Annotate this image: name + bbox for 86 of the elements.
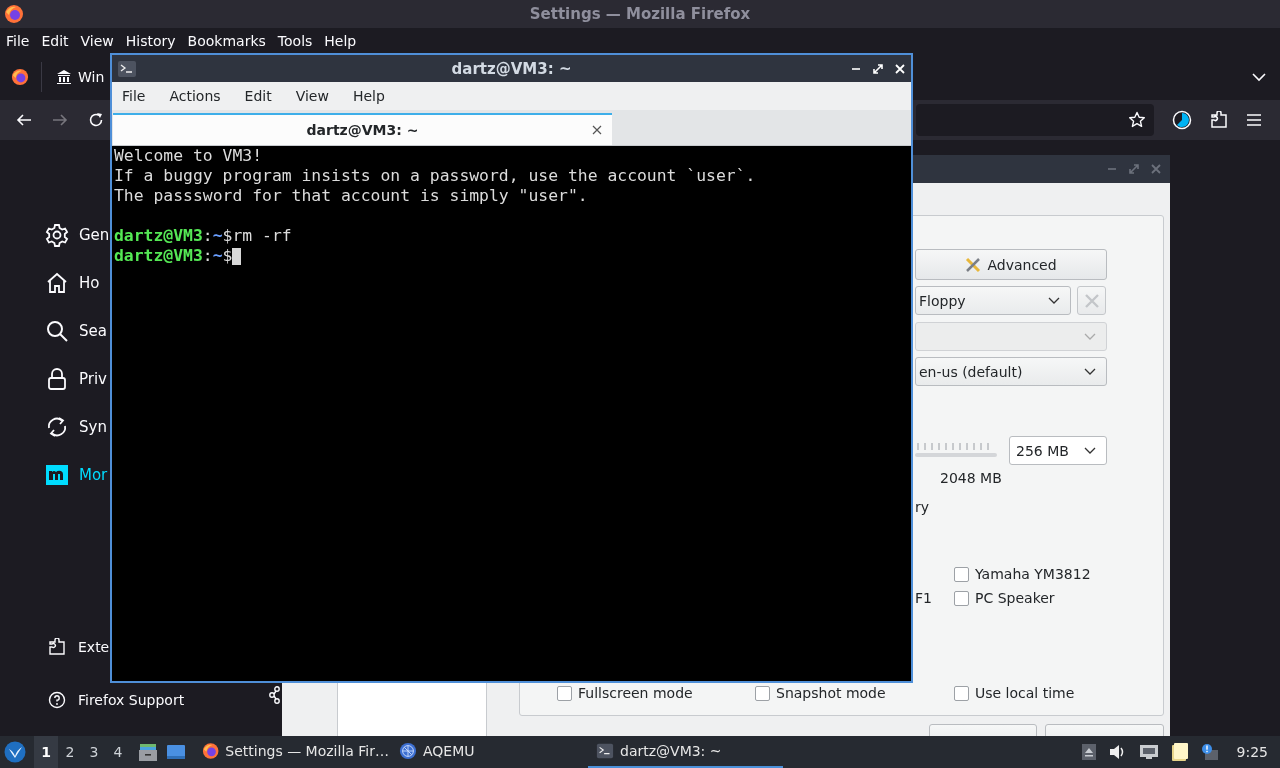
nodes-icon	[268, 686, 282, 704]
terminal-line: Welcome to VM3!	[114, 146, 264, 166]
file-cabinet-icon[interactable]	[138, 742, 158, 762]
terminal-line: dartz@VM3:~$rm -rf	[114, 226, 292, 246]
browser-logo-icon[interactable]	[11, 68, 29, 86]
puzzle-icon	[48, 637, 66, 656]
checkbox[interactable]: PC Speaker	[954, 587, 1055, 609]
sidebar-item[interactable]: Mor	[45, 451, 108, 499]
floppy-select[interactable]: Floppy	[915, 286, 1071, 315]
sidebar-item[interactable]: Priv	[45, 355, 107, 403]
network-icon[interactable]	[1138, 744, 1159, 760]
menu-item[interactable]: View	[283, 88, 341, 104]
extensions-icon[interactable]	[1210, 111, 1228, 129]
browser-logo-icon	[4, 4, 24, 24]
sidebar-item[interactable]: Gen	[45, 211, 110, 259]
workspace-button[interactable]: 4	[106, 736, 130, 768]
address-field[interactable]	[916, 104, 1154, 136]
terminal-icon	[596, 742, 614, 760]
checkbox[interactable]: Snapshot mode	[755, 685, 954, 701]
menu-item[interactable]: Help	[318, 33, 363, 49]
home-icon	[45, 271, 69, 295]
checkbox[interactable]: Yamaha YM3812	[954, 563, 1091, 585]
building-icon	[56, 69, 72, 85]
lock-icon	[45, 367, 69, 391]
slider-track[interactable]	[915, 441, 997, 460]
menu-item[interactable]: Bookmarks	[181, 33, 272, 49]
advanced-button[interactable]: Advanced	[915, 249, 1107, 280]
help-icon	[48, 691, 66, 709]
terminal-tab[interactable]: dartz@VM3: ~	[113, 113, 612, 145]
back-arrow-icon[interactable]	[16, 112, 32, 128]
workspace-button[interactable]: 1	[34, 736, 58, 768]
clock[interactable]: 9:25	[1236, 744, 1268, 760]
terminal-line: The passsword for that account is simply "user".	[114, 186, 589, 206]
notification-icon[interactable]	[1200, 743, 1219, 761]
menu-item[interactable]: Help	[340, 88, 397, 104]
close-icon[interactable]	[592, 125, 602, 135]
memory-max-label: 2048 MB	[940, 469, 1002, 488]
chevron-down-icon	[1084, 332, 1096, 341]
menu-item[interactable]: Edit	[232, 88, 284, 104]
workspace-button[interactable]: 2	[58, 736, 82, 768]
star-icon[interactable]	[1128, 111, 1146, 129]
checkbox[interactable]: Use local time	[954, 685, 1163, 701]
menu-item[interactable]: File	[112, 88, 158, 104]
chevron-down-icon	[1084, 446, 1096, 455]
sidebar-link[interactable]: Firefox Support	[48, 686, 185, 714]
settings-icon	[45, 223, 69, 247]
taskbar-button[interactable]: Settings — Mozilla Fir…	[194, 736, 389, 768]
globe-icon	[399, 742, 417, 760]
letter-tile-icon	[45, 463, 69, 487]
terminal-line: dartz@VM3:~$	[114, 246, 233, 266]
window-title: dartz@VM3: ~	[451, 59, 572, 78]
browser-tab[interactable]: Win	[50, 61, 105, 93]
menu-item[interactable]: Actions	[157, 88, 233, 104]
pie-circle-icon[interactable]	[1172, 110, 1192, 130]
menu-item[interactable]: View	[74, 33, 120, 49]
forward-arrow-icon[interactable]	[52, 112, 68, 128]
checkbox[interactable]: Fullscreen mode	[557, 685, 755, 701]
search-icon	[45, 319, 69, 343]
menu-item[interactable]: Edit	[35, 33, 75, 49]
menu-item[interactable]: Tools	[271, 33, 319, 49]
terminal-icon	[118, 60, 136, 77]
browser-logo-icon	[202, 742, 220, 760]
window-icon[interactable]	[166, 743, 186, 761]
label-fragment: ry	[915, 498, 930, 517]
menu-item[interactable]: History	[119, 33, 182, 49]
sidebar-item[interactable]: Syn	[45, 403, 107, 451]
chevron-down-icon	[1084, 367, 1096, 376]
menu-icon[interactable]	[1246, 113, 1262, 127]
sidebar-item[interactable]: Ho	[45, 259, 100, 307]
eject-icon[interactable]	[1080, 743, 1097, 761]
label-fragment: F1	[915, 590, 932, 606]
notes-icon[interactable]	[1170, 742, 1189, 762]
taskbar-button[interactable]: dartz@VM3: ~	[588, 736, 783, 768]
reload-icon[interactable]	[88, 112, 104, 128]
chevron-down-icon[interactable]	[1252, 72, 1266, 82]
taskbar-button[interactable]: AQEMU	[391, 736, 586, 768]
sidebar-link[interactable]: Exte	[48, 627, 110, 666]
language-select[interactable]: en-us (default)	[915, 357, 1107, 386]
menu-item[interactable]: File	[0, 33, 36, 49]
sidebar-item[interactable]: Sea	[45, 307, 107, 355]
window-title: Settings — Mozilla Firefox	[529, 5, 751, 23]
chevron-down-icon	[1048, 296, 1060, 305]
sync-icon	[45, 415, 69, 439]
terminal-line: If a buggy program insists on a password, use the account `user`.	[114, 166, 757, 186]
memory-select[interactable]: 256 MB	[1009, 436, 1107, 465]
workspace-button[interactable]: 3	[82, 736, 106, 768]
